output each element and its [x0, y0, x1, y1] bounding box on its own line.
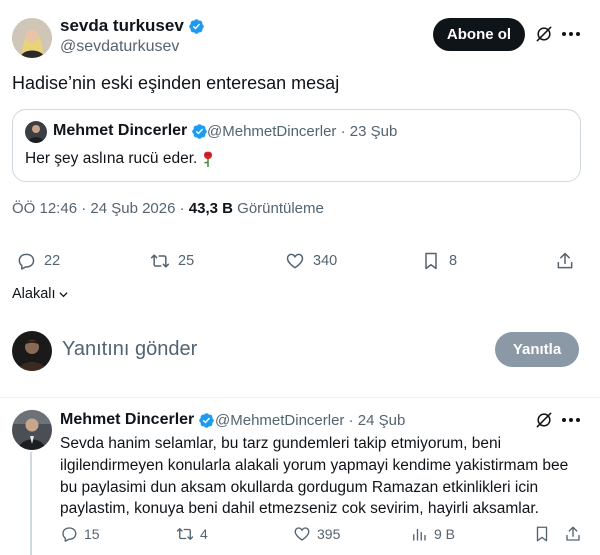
grok-icon[interactable] [534, 24, 554, 44]
reply-text: Sevda hanim selamlar, bu tarz gundemleri… [60, 435, 569, 518]
reply-meta: @MehmetDincerler · 24 Şub [215, 412, 406, 429]
bookmark-icon [425, 252, 437, 270]
share-icon [557, 252, 573, 269]
quote-text: Her şey aslına rucü eder. [25, 150, 215, 168]
reply-repost-action[interactable]: 4 [176, 525, 208, 543]
repost-action[interactable]: 25 [150, 251, 194, 271]
reply-icon [18, 253, 35, 270]
heart-icon [294, 527, 310, 541]
reply-author-name[interactable]: Mehmet Dincerler [60, 411, 215, 429]
quote-author-name: Mehmet Dincerler [53, 122, 208, 140]
rose-emoji-icon [204, 151, 213, 167]
bookmark-icon [536, 526, 548, 542]
reply-icon [62, 527, 77, 542]
post-timestamp: ÖÖ 12:46 · 24 Şub 2026 · 43,3 B Görüntül… [12, 200, 324, 217]
reply-reply-action[interactable]: 15 [60, 525, 100, 543]
reply-input[interactable]: Yanıtını gönder [62, 338, 197, 361]
sort-dropdown[interactable]: Alakalı [12, 286, 69, 302]
verified-badge-icon [189, 18, 204, 34]
share-action[interactable] [555, 251, 575, 271]
verified-badge-icon [192, 123, 208, 139]
grok-icon[interactable] [534, 410, 554, 430]
reply-like-action[interactable]: 395 [293, 525, 340, 543]
quoted-post[interactable]: Mehmet Dincerler @MehmetDincerler · 23 Ş… [12, 109, 581, 182]
bookmark-action[interactable]: 8 [421, 251, 457, 271]
repost-icon [150, 254, 170, 268]
thread-line [30, 452, 32, 555]
user-avatar[interactable] [12, 331, 52, 371]
chevron-down-icon [58, 291, 68, 297]
follow-button[interactable]: Abone ol [433, 18, 525, 51]
more-options-icon[interactable] [562, 410, 580, 430]
quote-avatar [25, 121, 47, 143]
verified-badge-icon [199, 412, 215, 428]
reply-action[interactable]: 22 [16, 251, 60, 271]
reply-bookmark-action[interactable] [533, 525, 551, 543]
reply-button[interactable]: Yanıtla [495, 332, 579, 367]
divider [0, 397, 600, 398]
author-avatar[interactable] [12, 18, 52, 58]
post-text: Hadise’nin eski eşinden enteresan mesaj [12, 73, 340, 93]
like-action[interactable]: 340 [285, 251, 337, 271]
reply-views-action[interactable]: 9 B [410, 525, 455, 543]
repost-icon [176, 528, 194, 540]
quote-meta: @MehmetDincerler · 23 Şub [207, 123, 398, 140]
author-name[interactable]: sevda turkusev [60, 16, 205, 36]
author-handle[interactable]: @sevdaturkusev [60, 38, 179, 56]
heart-icon [286, 253, 304, 269]
share-icon [566, 526, 580, 541]
reply-author-avatar[interactable] [12, 410, 52, 450]
views-icon [413, 528, 426, 541]
reply-share-action[interactable] [564, 525, 582, 543]
more-options-icon[interactable] [562, 24, 580, 44]
